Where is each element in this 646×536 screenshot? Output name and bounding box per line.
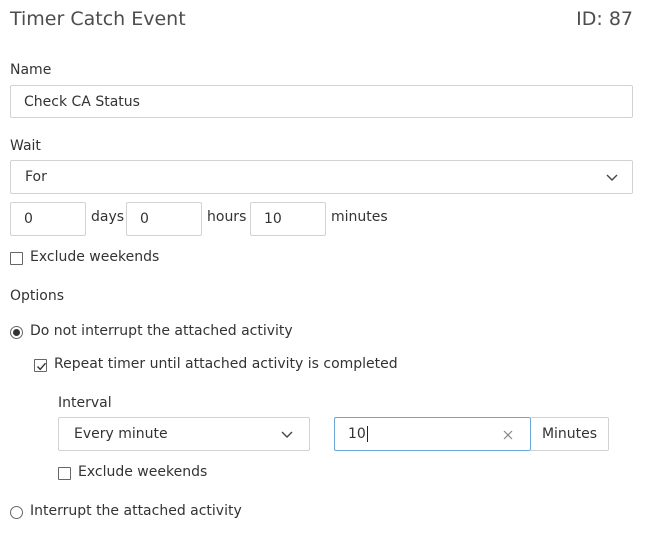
element-id: ID: 87 [576,8,633,30]
interval-exclude-weekends-checkbox[interactable] [58,467,71,480]
chevron-down-icon [606,174,618,181]
interval-value-input[interactable]: 10 [334,417,531,451]
interval-label: Interval [58,395,112,411]
wait-exclude-weekends-label: Exclude weekends [30,249,160,265]
no-interrupt-radio[interactable] [10,326,23,339]
minutes-label: minutes [331,209,388,225]
hours-input-value: 0 [140,211,149,227]
text-caret [366,426,368,442]
wait-exclude-weekends-checkbox[interactable] [10,252,23,265]
interval-mode-select[interactable]: Every minute [58,417,310,451]
wait-mode-select[interactable]: For [10,160,633,194]
interrupt-radio[interactable] [10,506,23,519]
interval-unit-label: Minutes [541,426,598,442]
name-label: Name [10,62,52,78]
interval-exclude-weekends-label: Exclude weekends [78,464,208,480]
interval-mode-value: Every minute [74,426,168,442]
interval-value-text: 10 [348,426,366,442]
name-input[interactable]: Check CA Status [10,85,633,118]
days-input-value: 0 [24,211,33,227]
hours-input[interactable]: 0 [126,202,202,236]
interrupt-label: Interrupt the attached activity [30,503,242,519]
days-input[interactable]: 0 [10,202,86,236]
options-label: Options [10,288,65,304]
interval-unit-addon: Minutes [531,417,609,451]
no-interrupt-label: Do not interrupt the attached activity [30,323,293,339]
name-input-value: Check CA Status [24,93,140,110]
clear-icon[interactable] [503,430,513,440]
repeat-timer-checkbox[interactable] [34,359,47,372]
minutes-input[interactable]: 10 [250,202,326,236]
page-title: Timer Catch Event [10,8,186,30]
days-label: days [91,209,125,225]
repeat-timer-label: Repeat timer until attached activity is … [54,356,398,372]
wait-label: Wait [10,138,41,154]
minutes-input-value: 10 [264,211,282,227]
check-icon [36,362,47,371]
wait-mode-value: For [25,169,47,185]
chevron-down-icon [281,431,293,438]
radio-selected-dot [13,329,20,336]
hours-label: hours [207,209,247,225]
